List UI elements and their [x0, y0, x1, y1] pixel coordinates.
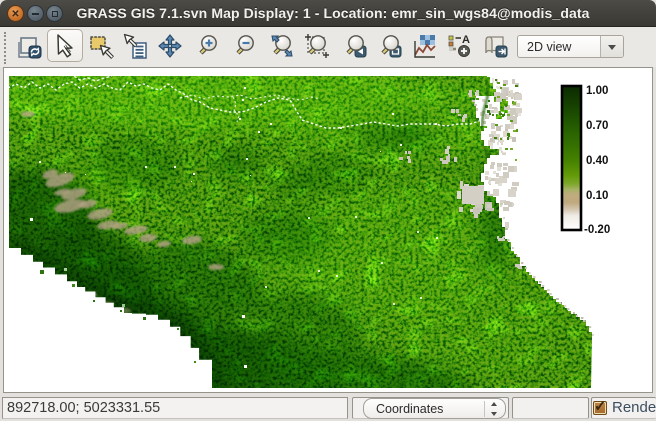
- svg-text:0.70: 0.70: [586, 120, 608, 132]
- svg-text:A: A: [462, 34, 470, 46]
- svg-text:1.00: 1.00: [586, 85, 608, 97]
- svg-text:-0.20: -0.20: [584, 224, 610, 236]
- svg-text:0.10: 0.10: [586, 190, 608, 202]
- svg-text:0.40: 0.40: [586, 155, 608, 167]
